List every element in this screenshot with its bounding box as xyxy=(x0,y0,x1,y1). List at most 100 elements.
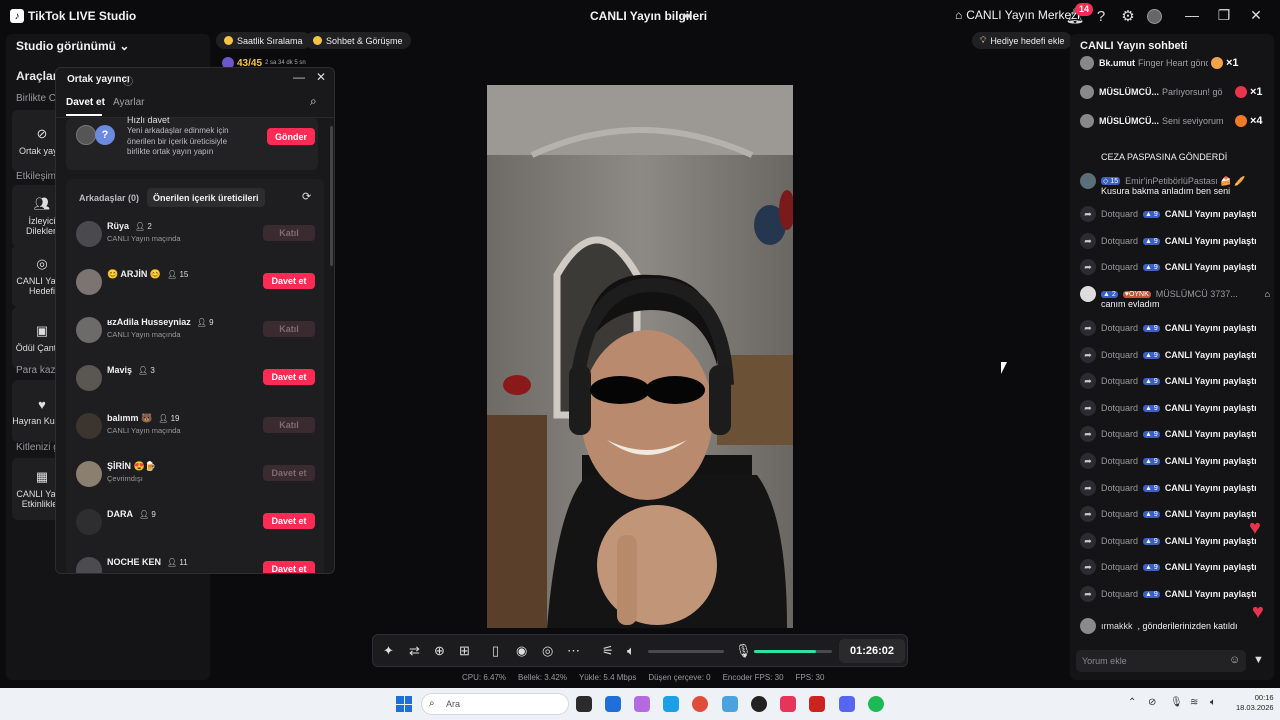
minimize-icon[interactable]: — xyxy=(1182,7,1202,23)
minimize-icon[interactable]: — xyxy=(293,70,305,84)
microphone-icon[interactable]: 🎙︎ xyxy=(735,643,752,659)
invite-button[interactable]: Davet et xyxy=(263,369,315,385)
creator-name: Rüya 👤︎ 2 xyxy=(107,221,152,231)
tiktok-icon[interactable] xyxy=(780,696,796,712)
join-button[interactable]: Katıl xyxy=(263,417,315,433)
help-icon[interactable]: ? xyxy=(1092,7,1110,25)
gift-sender[interactable]: MÜSLÜMCÜ... xyxy=(1099,87,1159,97)
profile-avatar[interactable] xyxy=(1147,9,1162,24)
spotify-icon[interactable] xyxy=(868,696,884,712)
obs-icon[interactable] xyxy=(751,696,767,712)
chrome-icon[interactable] xyxy=(692,696,708,712)
camera-icon[interactable]: ◎ xyxy=(542,643,553,659)
studio-view-dropdown[interactable]: Studio görünümü ⌄ xyxy=(16,39,129,53)
creator-name-text: 😊 ARJİN 😊 xyxy=(107,269,162,279)
speaker-icon[interactable]: 🔈︎ xyxy=(627,643,635,659)
creator-name: balımm 🐻 👤︎ 19 xyxy=(107,413,180,424)
chevron-up-icon[interactable]: ⌃ xyxy=(1128,697,1136,708)
chat-username[interactable]: Dotquard xyxy=(1101,323,1138,333)
chat-username[interactable]: MÜSLÜMCÜ 3737... xyxy=(1156,289,1238,299)
volume-slider[interactable] xyxy=(648,650,724,653)
hourly-ranking-pill[interactable]: Saatlik Sıralama xyxy=(216,32,311,49)
emoji-icon[interactable]: ☺ xyxy=(1229,654,1240,666)
chat-username[interactable]: Dotquard xyxy=(1101,376,1138,386)
invite-button[interactable]: Davet et xyxy=(263,513,315,529)
filter-icon[interactable]: ▼ xyxy=(1253,654,1264,666)
tab-suggested[interactable]: Önerilen içerik üreticileri xyxy=(147,188,265,207)
maximize-icon[interactable]: ❐ xyxy=(1214,7,1234,24)
outlook-icon[interactable] xyxy=(605,696,621,712)
clock[interactable]: 00:16 18.03.2026 xyxy=(1236,693,1274,713)
magic-wand-icon[interactable]: ✦ xyxy=(383,643,394,659)
volume-icon[interactable]: 🔈︎ xyxy=(1210,697,1216,708)
chat-username[interactable]: Dotquard xyxy=(1101,209,1138,219)
tools-heading: Araçlar xyxy=(16,69,58,83)
add-gift-goal-button[interactable]: 💡︎ Hediye hedefi ekle xyxy=(972,32,1073,49)
chat-username[interactable]: Dotquard xyxy=(1101,562,1138,572)
gear-icon[interactable]: ⚙ xyxy=(1119,7,1137,25)
tab-friends[interactable]: Arkadaşlar (0) xyxy=(79,193,139,203)
chat-username[interactable]: Dotquard xyxy=(1101,456,1138,466)
windows-start-icon[interactable] xyxy=(396,696,412,712)
invite-button[interactable]: Davet et xyxy=(263,561,315,573)
tiktok-logo-icon: ♪ xyxy=(10,9,24,23)
chat-username[interactable]: Dotquard xyxy=(1101,536,1138,546)
share-message: ➦ Dotquard ▲ 9 CANLI Yayını paylaştı xyxy=(1080,373,1270,389)
chat-username[interactable]: Dotquard xyxy=(1101,403,1138,413)
translate-icon[interactable]: ⇄ xyxy=(409,643,420,659)
copilot-icon[interactable] xyxy=(634,696,650,712)
chat-username[interactable]: Dotquard xyxy=(1101,236,1138,246)
discord-icon[interactable] xyxy=(839,696,855,712)
comment-input[interactable]: Yorum ekle xyxy=(1076,650,1246,672)
wifi-icon[interactable]: ≋ xyxy=(1190,697,1198,708)
join-button[interactable]: Davet et xyxy=(263,465,315,481)
media-icon[interactable] xyxy=(809,696,825,712)
tab-settings[interactable]: Ayarlar xyxy=(113,97,145,108)
settings-sliders-icon[interactable]: ⚟ xyxy=(602,643,614,659)
avatar xyxy=(1080,85,1094,99)
close-icon[interactable]: ✕ xyxy=(316,70,326,84)
join-button[interactable]: Katıl xyxy=(263,225,315,241)
share-message: ➦ Dotquard ▲ 9 CANLI Yayını paylaştı xyxy=(1080,320,1270,336)
chat-username[interactable]: ırmakkk xyxy=(1101,621,1133,631)
tab-invite[interactable]: Davet et xyxy=(66,97,105,108)
edge-icon[interactable] xyxy=(663,696,679,712)
close-icon[interactable]: ✕ xyxy=(1246,7,1266,24)
effects-icon[interactable]: ⊕ xyxy=(434,643,445,659)
chat-username[interactable]: Dotquard xyxy=(1101,589,1138,599)
chat-username[interactable]: Dotquard xyxy=(1101,350,1138,360)
search-icon[interactable]: ⌕ xyxy=(310,94,317,109)
follower-count-value: 9 xyxy=(209,318,214,327)
share-message: ➦ Dotquard ▲ 9 CANLI Yayını paylaştı xyxy=(1080,259,1270,275)
phone-icon[interactable]: ▯ xyxy=(492,643,499,659)
refresh-icon[interactable]: ⟳ xyxy=(302,190,311,203)
chat-username[interactable]: Emir'inPetibörlüPastası 🍰 🥖 xyxy=(1125,176,1245,187)
join-button[interactable]: Katıl xyxy=(263,321,315,337)
microphone-icon[interactable]: 🎙︎ xyxy=(1170,697,1183,708)
taskbar-search[interactable]: Ara xyxy=(421,693,569,715)
chat-username[interactable]: Dotquard xyxy=(1101,483,1138,493)
chat-username[interactable]: Dotquard xyxy=(1101,509,1138,519)
invite-button[interactable]: Davet et xyxy=(263,273,315,289)
share-text: CANLI Yayını paylaştı xyxy=(1164,483,1257,493)
gift-sender[interactable]: MÜSLÜMCÜ... xyxy=(1099,116,1159,126)
share-icon[interactable]: ➦ xyxy=(682,8,693,24)
help-circle-icon[interactable]: ⓘ xyxy=(123,73,133,88)
add-scene-icon[interactable]: ⊞ xyxy=(459,643,470,659)
chat-message-text: Kusura bakma anladım ben seni xyxy=(1101,186,1231,196)
chat-meet-pill[interactable]: Sohbet & Görüşme xyxy=(305,32,411,49)
scrollbar[interactable] xyxy=(330,126,333,266)
more-icon[interactable]: ⋯ xyxy=(567,643,580,659)
gift-sender[interactable]: Bk.umut xyxy=(1099,58,1135,68)
record-icon[interactable]: ◉ xyxy=(516,643,527,659)
creator-name: Maviş 👤︎ 3 xyxy=(107,365,155,375)
share-message: ➦ Dotquard ▲ 9 CANLI Yayını paylaştı xyxy=(1080,347,1270,363)
task-view-icon[interactable] xyxy=(576,696,592,712)
panel-title: Ortak yayıncı xyxy=(67,74,130,85)
app-icon[interactable] xyxy=(722,696,738,712)
network-off-icon[interactable]: ⊘ xyxy=(1148,697,1156,708)
live-center-button[interactable]: ⌂ CANLI Yayın Merkezi xyxy=(955,8,1080,22)
chat-username[interactable]: Dotquard xyxy=(1101,429,1138,439)
chat-username[interactable]: Dotquard xyxy=(1101,262,1138,272)
send-button[interactable]: Gönder xyxy=(267,128,315,145)
